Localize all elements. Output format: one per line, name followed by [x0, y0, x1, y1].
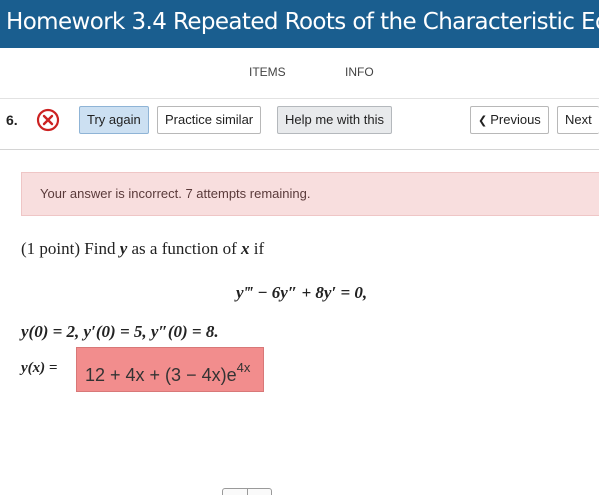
answer-exponent: 4x [236, 360, 251, 375]
var-x: x [241, 239, 250, 258]
divider [247, 489, 248, 495]
answer-input[interactable]: 12 + 4x + (3 − 4x)e4x [76, 347, 264, 392]
question-number: 6. [6, 112, 18, 128]
try-again-button[interactable]: Try again [79, 106, 149, 134]
x-circle-icon [36, 108, 60, 132]
previous-button[interactable]: ❮ Previous [470, 106, 549, 134]
previous-label: Previous [490, 112, 541, 127]
divider [0, 98, 599, 99]
toolbar-widget[interactable] [222, 488, 272, 495]
page-title: Homework 3.4 Repeated Roots of the Chara… [6, 9, 599, 35]
tab-bar: ITEMS INFO [0, 65, 599, 83]
problem-suffix: if [249, 239, 265, 258]
problem-middle: as a function of [127, 239, 242, 258]
initial-conditions: y(0) = 2, y′(0) = 5, y″(0) = 8. [21, 322, 219, 341]
error-alert: Your answer is incorrect. 7 attempts rem… [21, 172, 599, 216]
help-me-button[interactable]: Help me with this [277, 106, 392, 134]
tab-info[interactable]: INFO [345, 65, 374, 79]
practice-similar-button[interactable]: Practice similar [157, 106, 262, 134]
chevron-left-icon: ❮ [478, 115, 488, 127]
app-header: Homework 3.4 Repeated Roots of the Chara… [0, 0, 599, 48]
tab-items[interactable]: ITEMS [249, 65, 286, 79]
problem-prefix: (1 point) Find [21, 239, 120, 258]
differential-equation: y‴ − 6y″ + 8y′ = 0, [236, 283, 368, 302]
next-button[interactable]: Next [557, 106, 599, 134]
problem-statement: (1 point) Find y as a function of x if [21, 239, 264, 259]
answer-main: 12 + 4x + (3 − 4x)e [85, 365, 237, 385]
divider [0, 149, 599, 150]
answer-label: y(x) = [21, 360, 58, 376]
